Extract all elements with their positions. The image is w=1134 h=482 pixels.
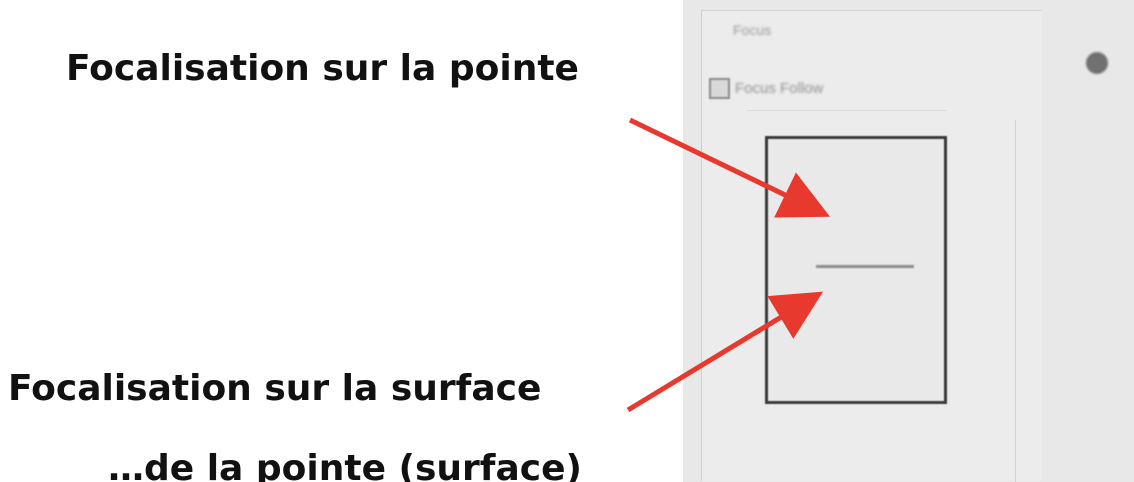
focus-follow-label: Focus Follow xyxy=(735,80,824,97)
focus-range-box[interactable] xyxy=(765,136,947,404)
focus-follow-checkbox[interactable] xyxy=(709,78,730,99)
panel-divider xyxy=(1015,120,1016,482)
caption-tip-focus: Focalisation sur la pointe xyxy=(66,48,579,89)
caption-surface-focus: Focalisation sur la surface xyxy=(8,368,542,409)
annotated-figure: Focalisation sur la pointe Focalisation … xyxy=(0,0,1134,482)
caption-partial-line: …de la pointe (surface) xyxy=(108,448,582,482)
help-icon[interactable] xyxy=(1086,52,1108,74)
faint-divider xyxy=(747,110,947,111)
focus-panel-screenshot: Focus Focus Follow xyxy=(683,0,1134,482)
panel-title: Focus xyxy=(733,22,772,38)
focus-position-line[interactable] xyxy=(816,265,914,268)
